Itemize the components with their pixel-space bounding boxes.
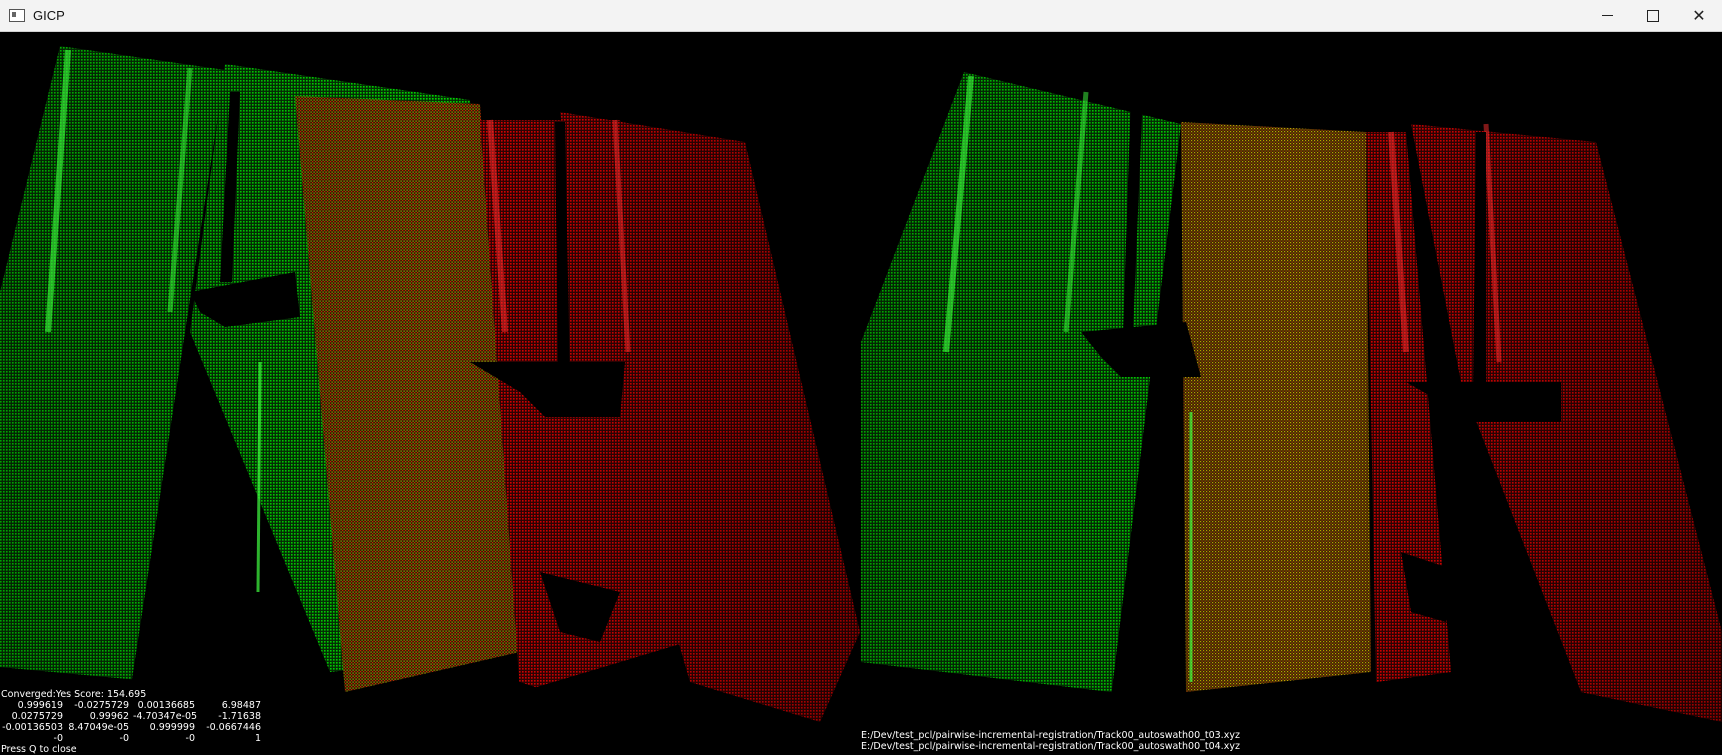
minimize-button[interactable] (1584, 0, 1630, 31)
window-title: GICP (33, 8, 65, 23)
minimize-icon (1601, 15, 1613, 16)
matrix-cell: -0 (185, 733, 195, 744)
viewport-before-registration[interactable]: Converged:Yes Score: 154.695 0.999619 -0… (0, 32, 861, 755)
transformation-matrix: 0.999619 -0.0275729 0.00136685 6.98487 0… (1, 700, 341, 744)
matrix-row: 0.0275729 0.99962 -4.70347e-05 -1.71638 (1, 711, 341, 722)
matrix-cell: -0.0667446 (206, 722, 261, 733)
close-hint: Press Q to close (1, 744, 77, 755)
app-window-icon (9, 9, 25, 22)
matrix-row: -0.00136503 8.47049e-05 0.999999 -0.0667… (1, 722, 341, 733)
point-cloud-render-left (0, 32, 861, 752)
matrix-cell: -4.70347e-05 (133, 711, 198, 722)
matrix-cell: -1.71638 (218, 711, 261, 722)
matrix-cell: 0.0275729 (11, 711, 63, 722)
matrix-cell: 6.98487 (221, 700, 261, 711)
maximize-button[interactable] (1630, 0, 1676, 31)
matrix-cell: -0 (119, 733, 129, 744)
matrix-cell: 1 (254, 733, 261, 744)
matrix-cell: 0.99962 (89, 711, 129, 722)
matrix-cell: 8.47049e-05 (68, 722, 129, 733)
point-cloud-render-right (861, 32, 1722, 752)
matrix-cell: 0.999999 (149, 722, 195, 733)
matrix-cell: -0.0275729 (74, 700, 129, 711)
matrix-cell: -0.00136503 (2, 722, 63, 733)
matrix-cell: 0.999619 (17, 700, 63, 711)
target-file-path: E:/Dev/test_pcl/pairwise-incremental-reg… (861, 741, 1240, 752)
convergence-status: Converged:Yes Score: 154.695 (1, 689, 147, 700)
registration-info-overlay: Converged:Yes Score: 154.695 0.999619 -0… (1, 689, 341, 755)
source-file-path: E:/Dev/test_pcl/pairwise-incremental-reg… (861, 730, 1240, 741)
close-button[interactable]: ✕ (1676, 0, 1722, 31)
loaded-files: E:/Dev/test_pcl/pairwise-incremental-reg… (861, 730, 1240, 752)
point-cloud-viewer[interactable]: Converged:Yes Score: 154.695 0.999619 -0… (0, 32, 1722, 755)
maximize-icon (1647, 9, 1659, 22)
matrix-row: 0.999619 -0.0275729 0.00136685 6.98487 (1, 700, 341, 711)
close-icon: ✕ (1692, 7, 1706, 25)
matrix-cell: 0.00136685 (137, 700, 195, 711)
viewport-after-registration[interactable] (861, 32, 1722, 752)
title-bar: GICP ✕ (0, 0, 1722, 32)
matrix-cell: -0 (53, 733, 63, 744)
matrix-row: -0 -0 -0 1 (1, 733, 341, 744)
